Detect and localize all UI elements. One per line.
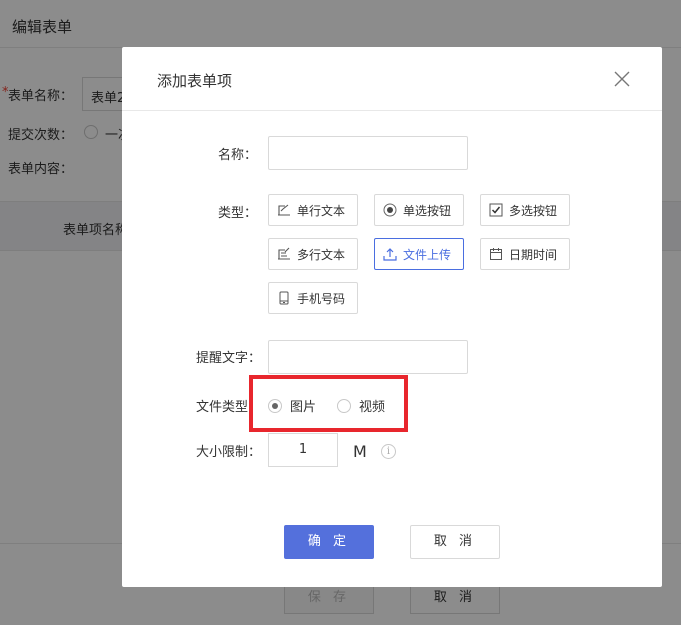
phone-icon (277, 291, 291, 305)
type-label-text: 日期时间 (509, 247, 558, 262)
type-label-text: 单行文本 (297, 203, 346, 218)
type-single-line-text-button[interactable]: 单行文本 (268, 194, 358, 226)
type-label-text: 多行文本 (297, 247, 346, 262)
type-label-text: 单选按钮 (403, 203, 452, 218)
calendar-icon (489, 247, 503, 261)
upload-icon (383, 247, 397, 261)
add-form-item-dialog: 添加表单项 名称： 类型： 单行文本 单选按钮 多选按钮 多行文本 文件上传 日… (122, 47, 662, 587)
size-unit: M (353, 442, 367, 461)
type-phone-number-button[interactable]: 手机号码 (268, 282, 358, 314)
close-icon[interactable] (612, 69, 632, 89)
type-label-text: 多选按钮 (509, 203, 558, 218)
confirm-button[interactable]: 确 定 (284, 525, 374, 559)
cancel-button[interactable]: 取 消 (410, 525, 500, 559)
dialog-header: 添加表单项 (122, 47, 662, 111)
multi-line-text-icon (277, 247, 291, 261)
size-limit-input[interactable]: 1 (268, 433, 338, 467)
type-label: 类型： (218, 206, 258, 221)
radio-icon (383, 203, 397, 217)
type-multi-line-text-button[interactable]: 多行文本 (268, 238, 358, 270)
type-label-text: 文件上传 (403, 247, 452, 262)
type-datetime-button[interactable]: 日期时间 (480, 238, 570, 270)
type-label-text: 手机号码 (297, 291, 346, 306)
single-line-text-icon (277, 203, 291, 217)
checkbox-icon (489, 203, 503, 217)
hint-text-input[interactable] (268, 340, 468, 374)
hint-text-label: 提醒文字： (196, 351, 262, 366)
type-file-upload-button[interactable]: 文件上传 (374, 238, 464, 270)
info-icon[interactable]: i (381, 444, 396, 459)
name-input[interactable] (268, 136, 468, 170)
dialog-title: 添加表单项 (157, 72, 233, 90)
name-label: 名称： (218, 148, 258, 163)
type-checkbox-button[interactable]: 多选按钮 (480, 194, 570, 226)
highlight-annotation-box (249, 375, 408, 432)
size-limit-label: 大小限制： (196, 445, 262, 460)
type-radio-button[interactable]: 单选按钮 (374, 194, 464, 226)
